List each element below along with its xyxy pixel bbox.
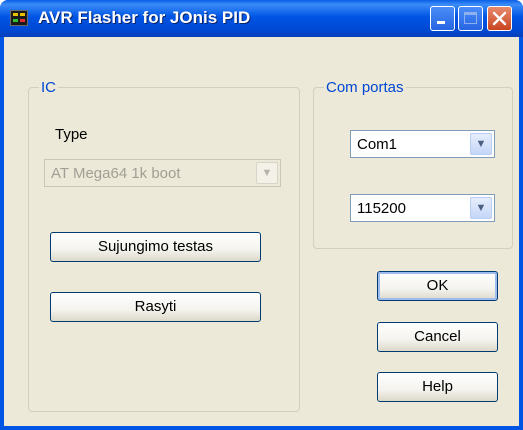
close-button[interactable] [487, 6, 512, 31]
dialog-client: IC Type AT Mega64 1k boot ▼ Sujungimo te… [4, 37, 519, 426]
ic-type-select[interactable]: AT Mega64 1k boot ▼ [44, 159, 281, 187]
maximize-icon [464, 12, 477, 24]
ic-type-value: AT Mega64 1k boot [51, 165, 181, 182]
chevron-down-icon: ▼ [470, 197, 492, 219]
app-icon [10, 10, 28, 26]
cancel-button[interactable]: Cancel [377, 322, 498, 352]
chevron-down-icon: ▼ [256, 162, 278, 184]
com-ports-group: Com portas [313, 79, 513, 249]
title-bar[interactable]: AVR Flasher for JOnis PID [0, 0, 523, 37]
chevron-down-icon: ▼ [470, 133, 492, 155]
baud-rate-select[interactable]: 115200 ▼ [350, 194, 495, 222]
com-port-select[interactable]: Com1 ▼ [350, 130, 495, 158]
connection-test-button[interactable]: Sujungimo testas [50, 232, 261, 262]
help-button[interactable]: Help [377, 372, 498, 402]
com-port-value: Com1 [357, 136, 398, 153]
minimize-button[interactable] [430, 6, 455, 31]
ic-group-legend: IC [39, 79, 58, 96]
ok-button[interactable]: OK [377, 271, 498, 301]
close-icon [492, 11, 507, 26]
dialog-window: AVR Flasher for JOnis PID IC Type AT Meg… [0, 0, 523, 430]
minimize-icon [437, 21, 445, 24]
com-ports-group-legend: Com portas [324, 79, 406, 96]
window-title: AVR Flasher for JOnis PID [38, 8, 251, 27]
write-button[interactable]: Rasyti [50, 292, 261, 322]
maximize-button[interactable] [458, 6, 483, 31]
baud-rate-value: 115200 [357, 200, 406, 217]
type-label: Type [55, 126, 88, 143]
